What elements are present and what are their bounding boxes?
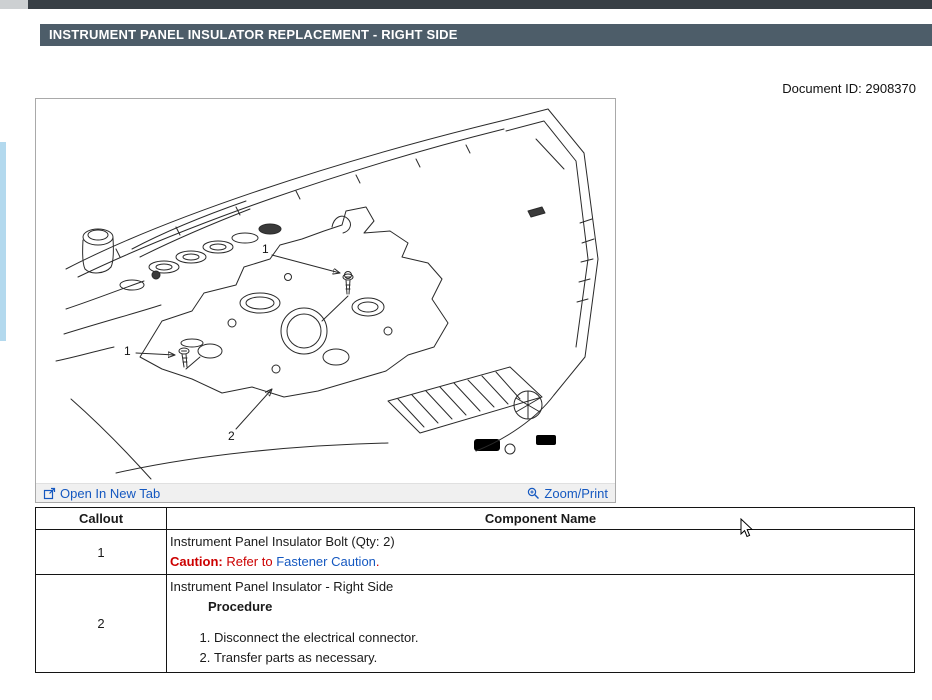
component-1-caution: Caution: Refer to Fastener Caution.: [170, 552, 910, 572]
procedure-steps: Disconnect the electrical connector. Tra…: [170, 628, 910, 668]
zoom-icon: [527, 487, 540, 500]
open-in-new-tab-link[interactable]: Open In New Tab: [43, 486, 160, 501]
technical-illustration: 1 1 2: [36, 99, 615, 483]
open-in-new-tab-icon: [43, 487, 56, 500]
component-1-name: Instrument Panel Insulator Bolt (Qty: 2): [170, 532, 910, 552]
component-2-cell: Instrument Panel Insulator - Right Side …: [167, 575, 915, 673]
figure-callout-1a: 1: [262, 242, 269, 256]
document-id-value: 2908370: [865, 81, 916, 96]
callout-2-cell: 2: [36, 575, 167, 673]
zoom-print-link[interactable]: Zoom/Print: [527, 486, 608, 501]
browser-top-corner: [0, 0, 28, 9]
caution-label: Caution:: [170, 554, 223, 569]
page-title: INSTRUMENT PANEL INSULATOR REPLACEMENT -…: [40, 24, 932, 46]
component-table: Callout Component Name 1 Instrument Pane…: [35, 507, 915, 673]
component-2-name: Instrument Panel Insulator - Right Side: [170, 577, 910, 597]
open-in-new-tab-label: Open In New Tab: [60, 486, 160, 501]
zoom-print-label: Zoom/Print: [544, 486, 608, 501]
browser-top-strip: [28, 0, 932, 9]
table-header-row: Callout Component Name: [36, 508, 915, 530]
figure-callout-2: 2: [228, 429, 235, 443]
procedure-label: Procedure: [208, 597, 910, 617]
side-panel-edge: [0, 142, 6, 341]
fastener-caution-link[interactable]: Fastener Caution: [276, 554, 376, 569]
callout-1-cell: 1: [36, 530, 167, 575]
table-row: 2 Instrument Panel Insulator - Right Sid…: [36, 575, 915, 673]
figure-callout-1b: 1: [124, 344, 131, 358]
component-1-cell: Instrument Panel Insulator Bolt (Qty: 2)…: [167, 530, 915, 575]
caution-text: Refer to: [223, 554, 276, 569]
procedure-step: Disconnect the electrical connector.: [214, 628, 910, 648]
caution-period: .: [376, 554, 380, 569]
table-row: 1 Instrument Panel Insulator Bolt (Qty: …: [36, 530, 915, 575]
figure-toolbar: Open In New Tab Zoom/Print: [36, 483, 615, 502]
document-id: Document ID: 2908370: [782, 81, 916, 96]
component-name-header: Component Name: [167, 508, 915, 530]
figure-container: 1 1 2 Open In New Tab Zoom/Print: [35, 98, 616, 503]
document-id-label: Document ID:: [782, 81, 861, 96]
procedure-step: Transfer parts as necessary.: [214, 648, 910, 668]
callout-header: Callout: [36, 508, 167, 530]
